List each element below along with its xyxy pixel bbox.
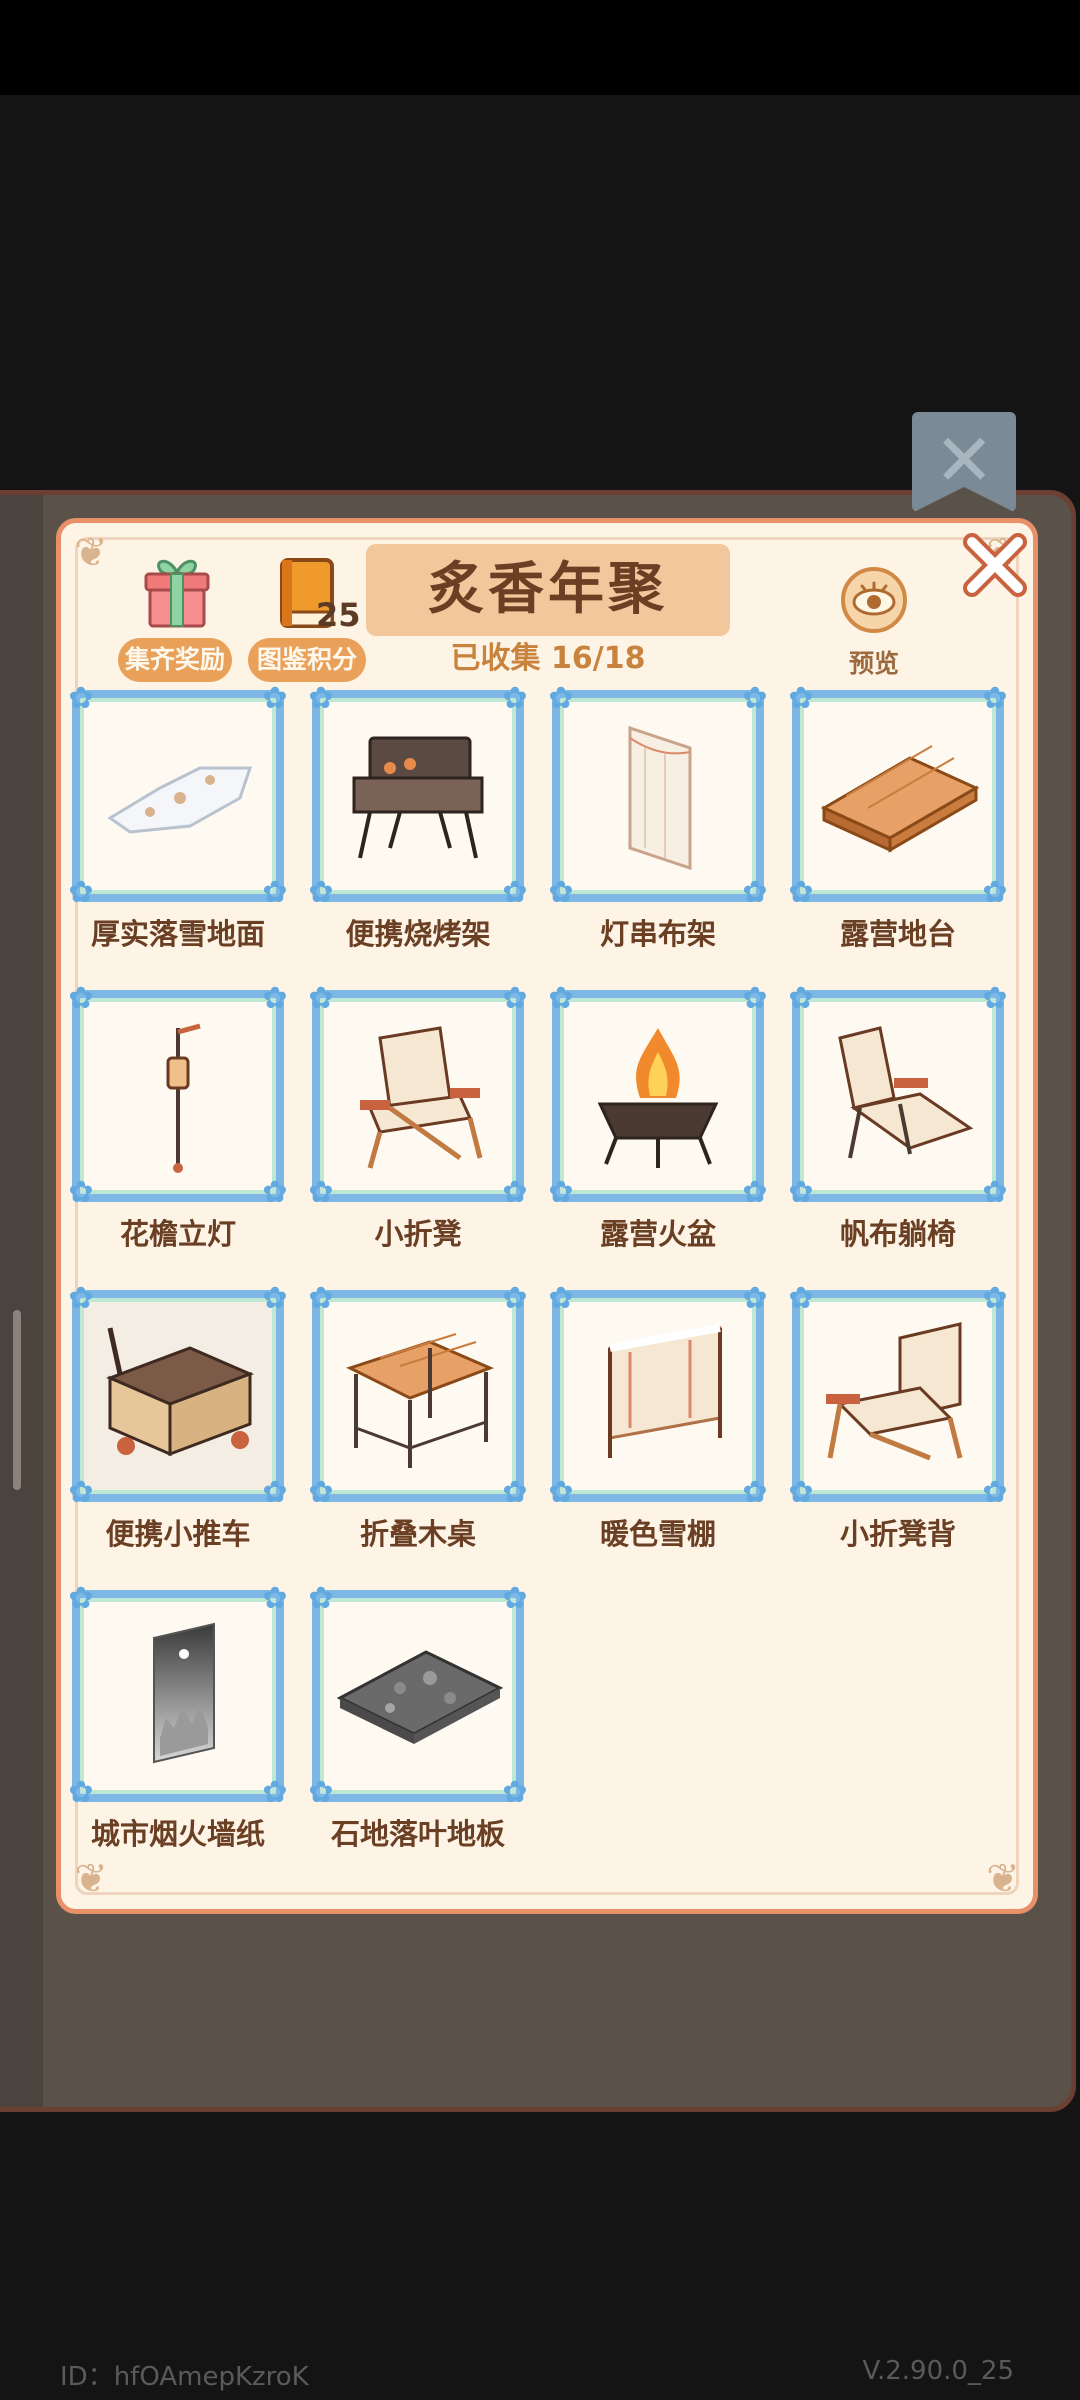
wood-platform-icon [810,708,986,884]
item-frame: ✿ ✿ ✿ ✿ [308,984,527,1208]
item-frame: ✿ ✿ ✿ ✿ [788,984,1007,1208]
snow-floor-icon [90,708,266,884]
item-frame: ✿ ✿ ✿ ✿ [788,686,1007,908]
wallpaper-icon [90,1608,266,1784]
item-grid: ✿ ✿ ✿ ✿ 厚实落雪地面 ✿ ✿ ✿ ✿ 便携烧烤架 ✿ ✿ ✿ ✿ 灯串布架 ✿ ✿ ✿ ✿ [66,686,1026,1866]
item-frame: ✿ ✿ ✿ ✿ [548,984,767,1208]
set-title: 炙香年聚 [366,544,730,636]
item-card[interactable]: ✿ ✿ ✿ ✿ 灯串布架 [546,686,776,976]
item-card[interactable]: ✿ ✿ ✿ ✿ 小折凳 [306,984,536,1276]
item-name: 花檐立灯 [119,1217,236,1251]
lounge-chair-icon [810,1008,986,1184]
item-card[interactable]: ✿ ✿ ✿ ✿ 暖色雪棚 [546,1284,776,1576]
item-name: 折叠木桌 [359,1517,476,1551]
item-frame: ✿ ✿ ✿ ✿ [788,1284,1007,1508]
background-close-icon: ✕ [934,418,995,502]
status-bar-area [0,0,1080,95]
fire-pit-icon [570,1008,746,1184]
corner-ornament-icon: ❦ [74,530,108,576]
points-value: 25 [316,596,361,634]
lantern-icon [90,1008,266,1184]
cart-icon [90,1308,266,1484]
curtain-icon [570,708,746,884]
item-card[interactable]: ✿ ✿ ✿ ✿ 小折凳背 [786,1284,1016,1576]
item-frame: ✿ ✿ ✿ ✿ [68,984,287,1208]
item-frame: ✿ ✿ ✿ ✿ [68,1284,287,1508]
item-name: 便携小推车 [105,1517,251,1551]
item-name: 露营地台 [839,917,956,951]
points-button[interactable]: 图鉴积分 [248,638,366,682]
item-card[interactable]: ✿ ✿ ✿ ✿ 便携烧烤架 [306,686,536,976]
item-frame: ✿ ✿ ✿ ✿ [308,686,527,908]
folding-chair-icon [330,1008,506,1184]
book-spine [0,495,43,2107]
item-name: 露营火盆 [599,1217,716,1251]
item-name: 灯串布架 [599,917,716,951]
item-card[interactable]: ✿ ✿ ✿ ✿ 露营地台 [786,686,1016,976]
item-name: 城市烟火墙纸 [90,1817,265,1851]
item-name: 小折凳 [374,1217,462,1251]
item-card[interactable]: ✿ ✿ ✿ ✿ 石地落叶地板 [306,1584,536,1866]
player-id: ID：hfOAmepKzroK [60,2362,309,2392]
close-icon [963,533,1027,597]
item-card[interactable]: ✿ ✿ ✿ ✿ 露营火盆 [546,984,776,1276]
item-name: 便携烧烤架 [345,917,491,951]
item-frame: ✿ ✿ ✿ ✿ [68,1584,287,1808]
eye-icon[interactable] [840,566,908,634]
item-name: 小折凳背 [839,1517,956,1551]
item-card[interactable]: ✿ ✿ ✿ ✿ 厚实落雪地面 [66,686,296,976]
grill-icon [330,708,506,884]
item-card[interactable]: ✿ ✿ ✿ ✿ 折叠木桌 [306,1284,536,1576]
item-name: 厚实落雪地面 [90,917,265,951]
gift-icon[interactable] [140,554,214,630]
stone-floor-icon [330,1608,506,1784]
item-frame: ✿ ✿ ✿ ✿ [548,686,767,908]
item-card[interactable]: ✿ ✿ ✿ ✿ 花檐立灯 [66,984,296,1276]
item-name: 暖色雪棚 [599,1517,716,1551]
item-name: 帆布躺椅 [839,1217,956,1251]
item-frame: ✿ ✿ ✿ ✿ [68,686,287,908]
item-card[interactable]: ✿ ✿ ✿ ✿ 帆布躺椅 [786,984,1016,1276]
wood-table-icon [330,1308,506,1484]
reward-button[interactable]: 集齐奖励 [118,638,232,682]
version-label: V.2.90.0_25 [862,2356,1014,2386]
snow-shed-icon [570,1308,746,1484]
item-card[interactable]: ✿ ✿ ✿ ✿ 城市烟火墙纸 [66,1584,296,1866]
item-frame: ✿ ✿ ✿ ✿ [548,1284,767,1508]
item-name: 石地落叶地板 [330,1817,505,1851]
collected-count: 已收集 16/18 [450,641,646,676]
item-card[interactable]: ✿ ✿ ✿ ✿ 便携小推车 [66,1284,296,1576]
chair-back-icon [810,1308,986,1484]
item-frame: ✿ ✿ ✿ ✿ [308,1584,527,1808]
close-button[interactable] [960,530,1030,600]
item-frame: ✿ ✿ ✿ ✿ [308,1284,527,1508]
book-tab-handle [13,1310,21,1490]
background-close-ribbon: ✕ [912,412,1016,513]
preview-button[interactable]: 预览 [820,644,928,680]
